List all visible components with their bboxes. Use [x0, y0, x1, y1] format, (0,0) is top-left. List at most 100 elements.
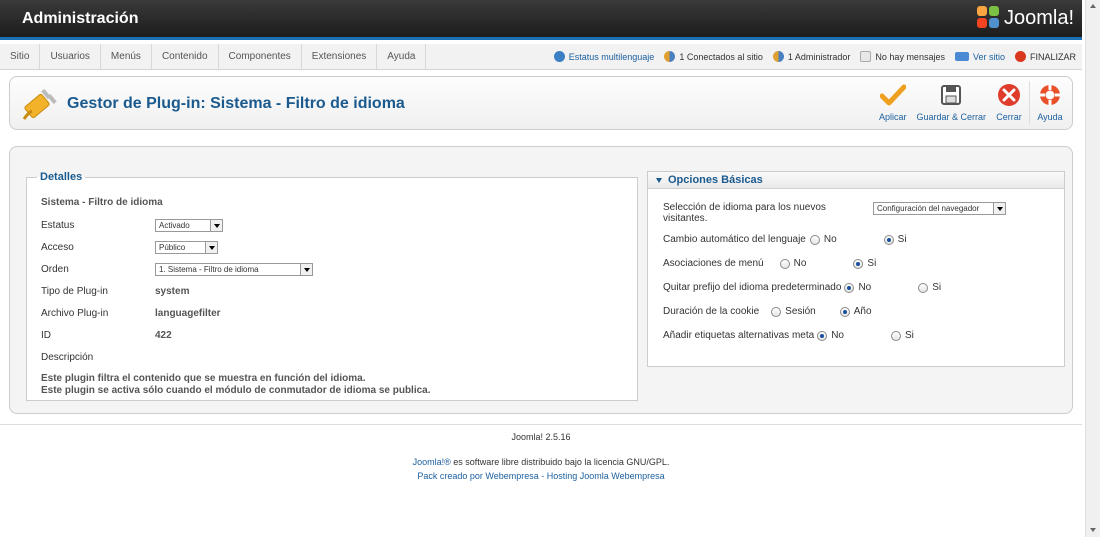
remove-prefix-label: Quitar prefijo del idioma predeterminado — [663, 282, 842, 293]
remove-prefix-yes[interactable]: Si — [918, 282, 941, 293]
status-row: Estatus Activado — [41, 219, 223, 232]
meta-yes[interactable]: Si — [891, 330, 914, 341]
desc-row: Descripción — [41, 352, 155, 363]
lang-select[interactable]: Configuración del navegador — [873, 202, 1006, 215]
radio-icon — [771, 306, 782, 317]
auto-change-yes[interactable]: Si — [883, 234, 907, 245]
chevron-down-icon — [210, 220, 222, 231]
page-scrollbar[interactable] — [1085, 0, 1100, 537]
cookie-row: Duración de la cookie Sesión Año — [663, 306, 872, 317]
cookie-session-label: Sesión — [785, 306, 816, 317]
joomla-link[interactable]: Joomla!® — [413, 457, 451, 467]
id-value: 422 — [155, 330, 172, 341]
auto-change-label: Cambio automático del lenguaje — [663, 234, 806, 245]
file-label: Archivo Plug-in — [41, 308, 109, 319]
messages-label: No hay mensajes — [875, 51, 945, 62]
remove-prefix-no-label: No — [858, 282, 872, 293]
status-label: Estatus — [41, 220, 75, 231]
radio-checked-icon — [883, 234, 894, 245]
footer-license: Joomla!® es software libre distribuido b… — [0, 457, 1082, 467]
joomla-logo[interactable]: Joomla! — [976, 6, 1074, 30]
menu-assoc-row: Asociaciones de menú No Si — [663, 258, 876, 269]
view-site-link[interactable]: Ver sitio — [954, 51, 1005, 62]
menu-menus[interactable]: Menús — [101, 44, 152, 69]
license-text: es software libre distribuido bajo la li… — [450, 457, 670, 467]
radio-checked-icon — [844, 282, 855, 293]
access-select[interactable]: Público — [155, 241, 218, 254]
joomla-logo-icon — [976, 6, 1001, 30]
apply-button[interactable]: Aplicar — [874, 81, 912, 125]
auto-change-row: Cambio automático del lenguaje No Si — [663, 234, 907, 245]
status-bar: Estatus multilenguaje 1 Conectados al si… — [544, 51, 1082, 62]
menu-assoc-yes[interactable]: Si — [853, 258, 876, 269]
admin-header: Administración Joomla! — [0, 0, 1082, 40]
desc-label: Descripción — [41, 352, 94, 363]
multilang-status[interactable]: Estatus multilenguaje — [553, 51, 655, 62]
lang-select-value: Configuración del navegador — [877, 204, 980, 213]
messages-status[interactable]: No hay mensajes — [860, 51, 945, 62]
scroll-down-icon[interactable] — [1090, 528, 1096, 532]
remove-prefix-yes-label: Si — [932, 282, 942, 293]
status-select[interactable]: Activado — [155, 219, 223, 232]
logout-link[interactable]: FINALIZAR — [1014, 51, 1076, 62]
view-site-label: Ver sitio — [972, 51, 1005, 62]
menu-extensiones[interactable]: Extensiones — [302, 44, 378, 69]
footer-version: Joomla! 2.5.16 — [511, 432, 571, 442]
chevron-down-icon — [993, 203, 1005, 214]
main-menu: Sitio Usuarios Menús Contenido Component… — [0, 44, 427, 69]
radio-icon — [809, 234, 820, 245]
lang-select-row: Selección de idioma para los nuevos visi… — [663, 202, 1006, 224]
plugin-description: Este plugin filtra el contenido que se m… — [41, 373, 431, 397]
access-row: Acceso Público — [41, 241, 218, 254]
cookie-label: Duración de la cookie — [663, 306, 760, 317]
save-close-label: Guardar & Cerrar — [916, 112, 986, 122]
menu-usuarios[interactable]: Usuarios — [40, 44, 101, 69]
auto-change-no[interactable]: No — [809, 234, 837, 245]
access-select-value: Público — [159, 243, 186, 252]
menu-ayuda[interactable]: Ayuda — [377, 44, 427, 69]
id-row: ID 422 — [41, 330, 172, 341]
remove-prefix-no[interactable]: No — [844, 282, 871, 293]
cookie-year[interactable]: Año — [839, 306, 872, 317]
type-label: Tipo de Plug-in — [41, 286, 108, 297]
order-row: Orden 1. Sistema - Filtro de idioma — [41, 263, 313, 276]
logout-label: FINALIZAR — [1029, 51, 1076, 62]
menu-contenido[interactable]: Contenido — [152, 44, 219, 69]
multilang-status-label: Estatus multilenguaje — [568, 51, 655, 62]
lang-select-label: Selección de idioma para los nuevos visi… — [663, 202, 826, 224]
users-icon — [664, 51, 676, 62]
help-label: Ayuda — [1037, 112, 1063, 122]
triangle-down-icon — [656, 177, 662, 183]
meta-label: Añadir etiquetas alternativas meta — [663, 330, 815, 341]
page-toolbar: Gestor de Plug-in: Sistema - Filtro de i… — [9, 76, 1073, 130]
apply-label: Aplicar — [878, 112, 907, 122]
meta-no[interactable]: No — [817, 330, 844, 341]
save-close-button[interactable]: Guardar & Cerrar — [911, 81, 991, 125]
basic-options-header[interactable]: Opciones Básicas — [648, 172, 1064, 189]
close-button[interactable]: Cerrar — [991, 81, 1027, 125]
cookie-session[interactable]: Sesión — [771, 306, 816, 317]
radio-icon — [918, 282, 929, 293]
order-label: Orden — [41, 264, 69, 275]
help-button[interactable]: Ayuda — [1032, 81, 1068, 125]
auto-change-yes-label: Si — [897, 234, 907, 245]
main-content: Detalles Sistema - Filtro de idioma Esta… — [9, 146, 1073, 414]
meta-no-label: No — [831, 330, 844, 341]
menu-componentes[interactable]: Componentes — [219, 44, 302, 69]
webempresa-link[interactable]: Pack creado por Webempresa - Hosting Joo… — [417, 471, 664, 481]
remove-prefix-row: Quitar prefijo del idioma predeterminado… — [663, 282, 941, 293]
chevron-down-icon — [205, 242, 217, 253]
basic-options-title: Opciones Básicas — [668, 174, 763, 186]
basic-options-panel: Opciones Básicas Selección de idioma par… — [647, 171, 1065, 367]
cookie-year-label: Año — [853, 306, 872, 317]
id-label: ID — [41, 330, 51, 341]
logout-icon — [1014, 51, 1026, 62]
plugin-icon — [22, 88, 57, 120]
scroll-up-icon[interactable] — [1090, 4, 1096, 8]
admin-menubar: Sitio Usuarios Menús Contenido Component… — [0, 44, 1082, 70]
toolbar-buttons: Aplicar Guardar & Cerrar Cerrar Ayuda — [874, 81, 1068, 125]
plugin-name: Sistema - Filtro de idioma — [41, 197, 163, 208]
menu-assoc-no[interactable]: No — [779, 258, 806, 269]
menu-sitio[interactable]: Sitio — [0, 44, 41, 69]
order-select[interactable]: 1. Sistema - Filtro de idioma — [155, 263, 313, 276]
